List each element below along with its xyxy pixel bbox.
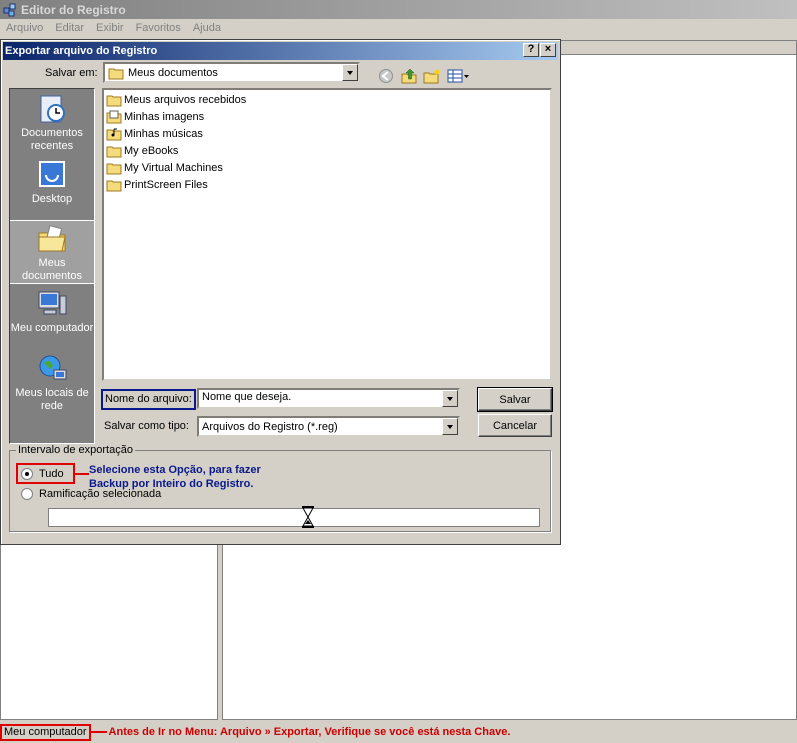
annotation-connector [75, 473, 89, 475]
desktop-icon [39, 161, 65, 187]
radio-branch[interactable] [21, 488, 33, 500]
file-list[interactable]: Meus arquivos recebidos Minhas imagens M… [102, 88, 552, 381]
network-places-icon [39, 355, 67, 380]
export-range-title: Intervalo de exportação [16, 444, 135, 456]
new-folder-icon[interactable] [423, 68, 441, 84]
menu-arquivo[interactable]: Arquivo [0, 22, 49, 34]
main-title-bar: Editor do Registro [0, 0, 797, 19]
regedit-icon [3, 3, 16, 16]
save-in-value: Meus documentos [128, 66, 218, 79]
annotation-note: Selecione esta Opção, para fazer Backup … [89, 464, 261, 490]
chevron-down-icon[interactable] [342, 64, 358, 81]
folder-icon [106, 146, 122, 158]
option-branch-label: Ramificação selecionada [39, 488, 162, 500]
menu-favoritos[interactable]: Favoritos [130, 22, 187, 34]
list-item[interactable]: Minhas músicas [106, 126, 203, 142]
save-in-label: Salvar em: [45, 67, 98, 79]
list-item[interactable]: Meus arquivos recebidos [106, 92, 246, 108]
filename-value: Nome que deseja. [202, 391, 292, 403]
folder-icon [106, 95, 122, 107]
places-bar: Documentos recentes Desktop Meus documen… [9, 88, 95, 444]
menu-exibir[interactable]: Exibir [90, 22, 130, 34]
values-column-header [560, 41, 796, 55]
folder-icon [106, 180, 122, 192]
option-all-label: Tudo [39, 467, 64, 480]
list-item[interactable]: My Virtual Machines [106, 160, 223, 176]
filetype-value: Arquivos do Registro (*.reg) [202, 420, 338, 433]
folder-icon [106, 163, 122, 175]
status-bar: Meu computador Antes de Ir no Menu: Arqu… [0, 721, 797, 743]
place-recent-documents[interactable]: Documentos recentes [10, 93, 94, 157]
option-branch[interactable]: Ramificação selecionada [21, 488, 161, 500]
recent-documents-icon [40, 95, 65, 123]
radio-all[interactable] [21, 467, 33, 480]
option-all[interactable]: Tudo [16, 463, 75, 484]
filename-label: Nome do arquivo: [101, 389, 196, 410]
chevron-down-icon[interactable] [442, 390, 458, 407]
menu-bar: Arquivo Editar Exibir Favoritos Ajuda [0, 19, 797, 37]
filetype-label: Salvar como tipo: [104, 420, 189, 432]
filename-input[interactable]: Nome que deseja. [197, 388, 460, 409]
close-button[interactable]: × [540, 43, 556, 57]
help-button[interactable]: ? [523, 43, 539, 57]
dialog-title-bar: Exportar arquivo do Registro [3, 42, 558, 60]
save-in-dropdown[interactable]: Meus documentos [103, 62, 360, 83]
place-my-documents[interactable]: Meus documentos [10, 220, 94, 284]
chevron-down-icon[interactable] [442, 418, 458, 435]
list-item[interactable]: PrintScreen Files [106, 177, 208, 193]
folder-icon [108, 68, 124, 79]
filetype-dropdown[interactable]: Arquivos do Registro (*.reg) [197, 416, 460, 437]
music-folder-icon [106, 128, 122, 141]
menu-editar[interactable]: Editar [49, 22, 90, 34]
annotation-connector [90, 731, 107, 733]
menu-ajuda[interactable]: Ajuda [187, 22, 227, 34]
hourglass-icon [302, 506, 314, 528]
status-path: Meu computador [0, 723, 91, 741]
dialog-title: Exportar arquivo do Registro [5, 45, 158, 57]
main-title: Editor do Registro [21, 2, 126, 17]
back-icon[interactable] [377, 68, 395, 84]
pictures-folder-icon [106, 110, 122, 124]
place-my-computer[interactable]: Meu computador [10, 288, 94, 348]
export-progress-field [48, 508, 540, 527]
status-annotation: Antes de Ir no Menu: Arquivo » Exportar,… [108, 726, 511, 738]
up-folder-icon[interactable] [400, 68, 418, 84]
list-item[interactable]: My eBooks [106, 143, 178, 159]
my-documents-icon [38, 225, 66, 252]
cancel-button[interactable]: Cancelar [478, 414, 552, 437]
save-button[interactable]: Salvar [477, 387, 553, 412]
place-network[interactable]: Meus locais de rede [10, 353, 94, 417]
place-desktop[interactable]: Desktop [10, 159, 94, 215]
view-menu-icon[interactable] [447, 68, 471, 84]
list-item[interactable]: Minhas imagens [106, 109, 204, 125]
my-computer-icon [38, 291, 67, 315]
